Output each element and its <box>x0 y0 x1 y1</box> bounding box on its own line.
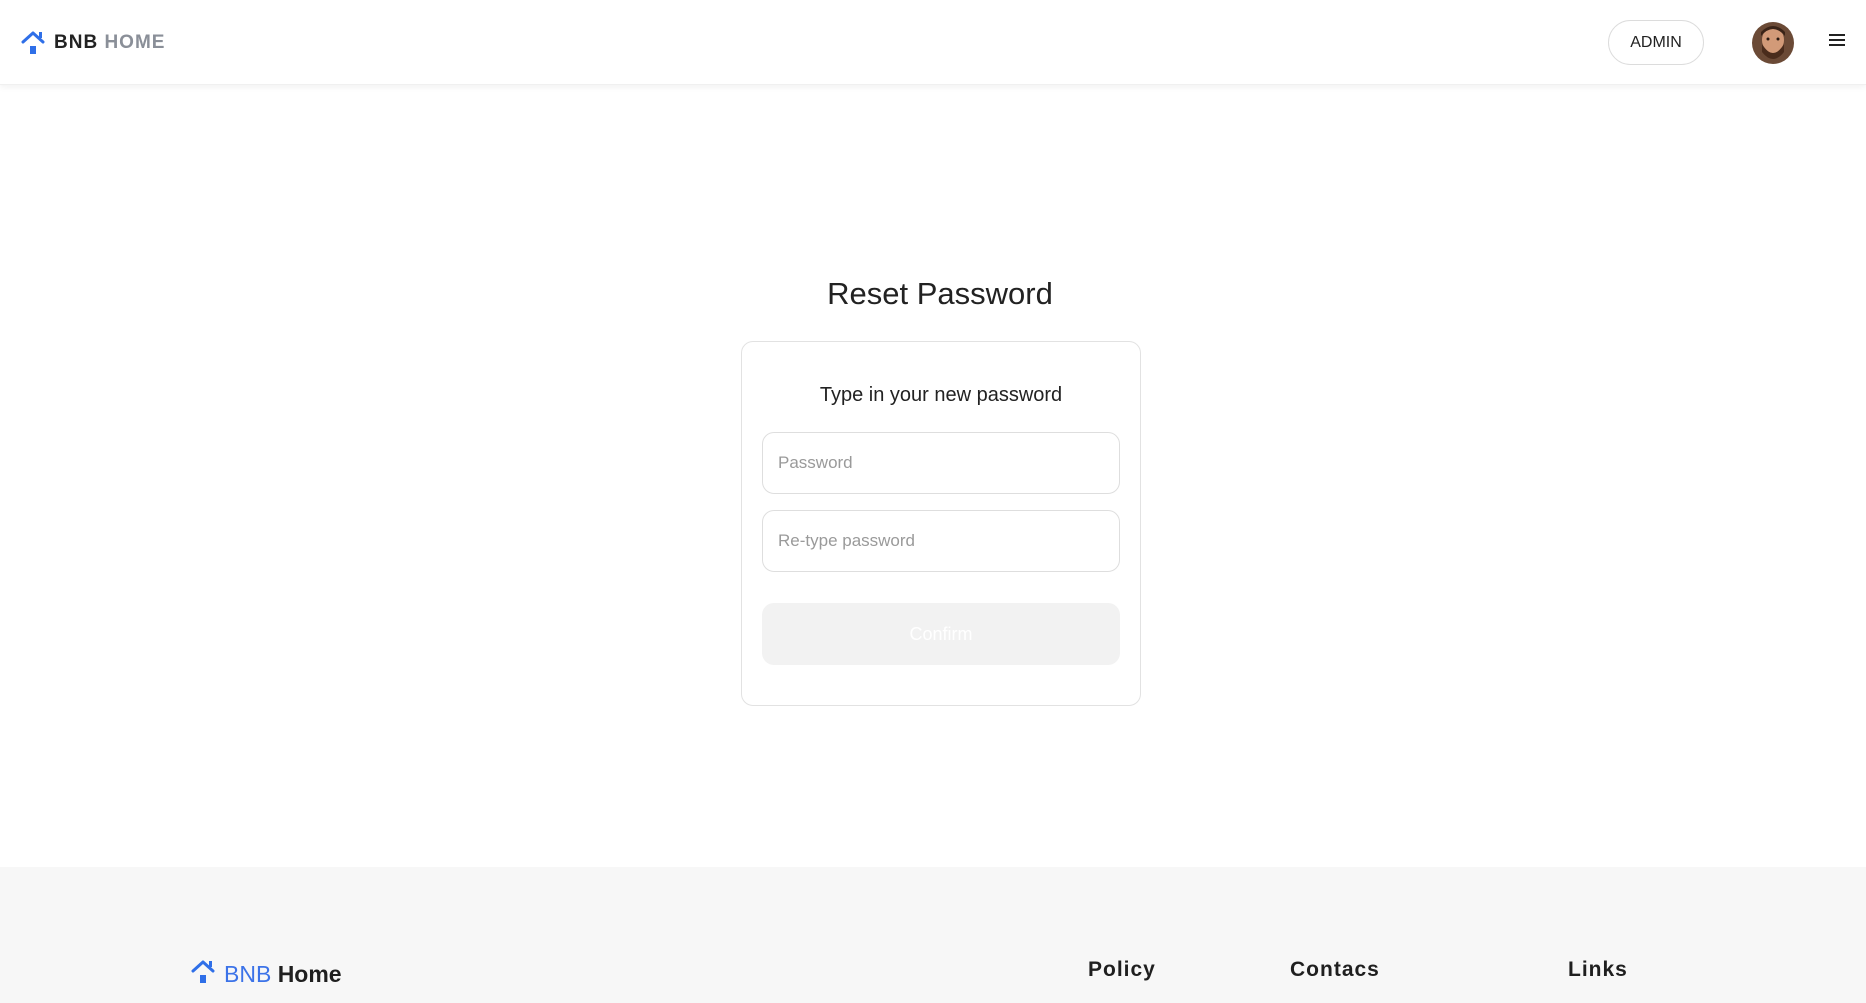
footer-brand-part2: Home <box>277 961 342 987</box>
password-input[interactable] <box>762 432 1120 494</box>
footer-heading-contacts: Contacs <box>1290 958 1380 981</box>
footer-brand[interactable]: BNB Home <box>190 959 342 990</box>
brand-name-part1: BNB <box>54 32 99 53</box>
retype-password-input[interactable] <box>762 510 1120 572</box>
card-subtitle: Type in your new password <box>819 384 1063 406</box>
footer-brand-part1: BNB <box>224 961 272 987</box>
admin-button[interactable]: ADMIN <box>1608 20 1704 65</box>
brand-name: BNB HOME <box>54 32 165 54</box>
avatar-icon <box>1752 22 1794 64</box>
brand-logo[interactable]: BNB HOME <box>20 28 165 58</box>
house-logo-icon <box>190 959 216 990</box>
footer-heading-policy: Policy <box>1088 958 1156 981</box>
hamburger-menu-icon[interactable] <box>1829 34 1845 50</box>
user-avatar[interactable] <box>1752 22 1794 64</box>
footer-brand-name: BNB Home <box>224 961 342 988</box>
brand-name-part2: HOME <box>104 32 166 53</box>
house-logo-icon <box>20 30 46 56</box>
top-navbar: BNB HOME ADMIN <box>0 0 1866 85</box>
page-title: Reset Password <box>827 276 1053 311</box>
reset-password-card: Type in your new password Confirm <box>741 341 1141 706</box>
footer-heading-links: Links <box>1568 958 1628 981</box>
confirm-button[interactable]: Confirm <box>762 603 1120 665</box>
footer: BNB Home Policy Contacs Links <box>0 867 1866 1003</box>
